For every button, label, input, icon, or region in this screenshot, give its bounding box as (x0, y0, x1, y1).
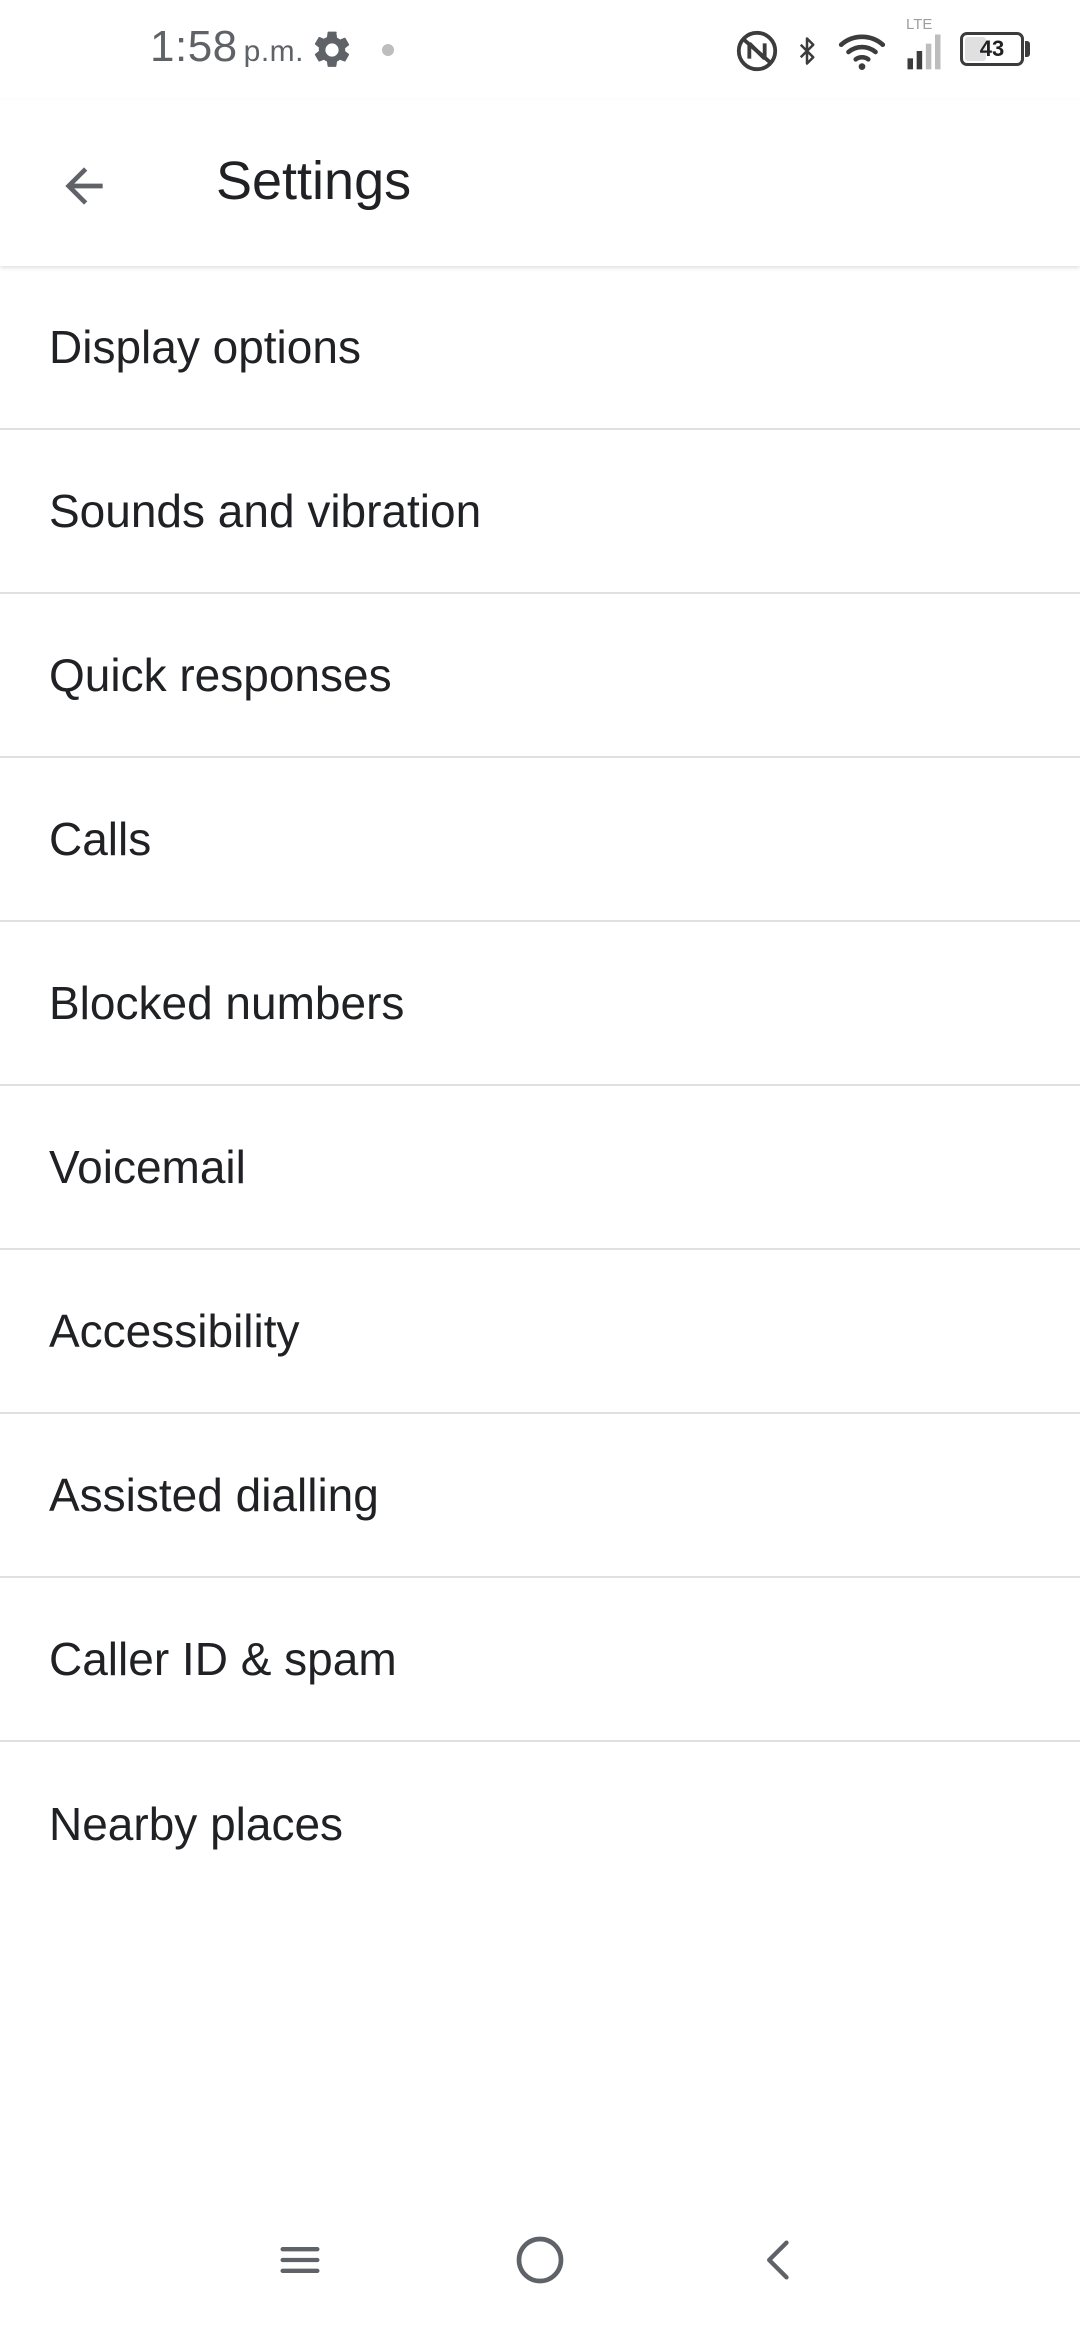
status-time-ampm: p.m. (243, 35, 304, 68)
status-time-value: 1:58 (150, 22, 238, 71)
gear-icon (314, 31, 350, 67)
settings-item-assisted-dialling[interactable]: Assisted dialling (0, 1414, 1080, 1578)
settings-item-blocked-numbers[interactable]: Blocked numbers (0, 922, 1080, 1086)
battery-level: 43 (979, 36, 1005, 61)
wifi-icon (838, 34, 886, 70)
settings-item-label: Display options (49, 321, 361, 373)
status-time: 1:58 p.m. (150, 22, 304, 72)
arrow-back-icon (65, 167, 103, 205)
page-title: Settings (216, 151, 412, 211)
settings-item-label: Blocked numbers (49, 977, 405, 1029)
settings-item-sounds-and-vibration[interactable]: Sounds and vibration (0, 430, 1080, 594)
settings-item-label: Accessibility (49, 1305, 300, 1357)
battery-icon: 43 (960, 32, 1024, 66)
home-button[interactable] (500, 2220, 580, 2300)
settings-item-label: Calls (49, 813, 152, 865)
system-nav-bar (0, 2180, 1080, 2340)
settings-item-label: Caller ID & spam (49, 1633, 397, 1685)
settings-item-voicemail[interactable]: Voicemail (0, 1086, 1080, 1250)
bluetooth-icon (799, 37, 815, 65)
settings-item-display-options[interactable]: Display options (0, 266, 1080, 430)
app-bar: Settings (0, 100, 1080, 266)
settings-item-nearby-places[interactable]: Nearby places (0, 1742, 1080, 1906)
cell-signal-icon (907, 34, 941, 70)
circle-home-icon (516, 2236, 564, 2284)
settings-list: Display options Sounds and vibration Qui… (0, 266, 1080, 1906)
settings-item-label: Nearby places (49, 1798, 344, 1850)
settings-item-label: Assisted dialling (49, 1469, 379, 1521)
menu-lines-icon (280, 2247, 320, 2273)
notification-dot-icon (382, 44, 394, 56)
nfc-icon (736, 30, 778, 72)
system-back-button[interactable] (740, 2220, 820, 2300)
recents-button[interactable] (260, 2220, 340, 2300)
battery-cap (1025, 41, 1030, 57)
settings-item-accessibility[interactable]: Accessibility (0, 1250, 1080, 1414)
settings-item-label: Sounds and vibration (49, 485, 482, 537)
settings-item-label: Quick responses (49, 649, 392, 701)
status-bar: 1:58 p.m. LTE 43 (0, 0, 1080, 100)
settings-item-caller-id-spam[interactable]: Caller ID & spam (0, 1578, 1080, 1742)
settings-item-calls[interactable]: Calls (0, 758, 1080, 922)
settings-item-label: Voicemail (49, 1141, 246, 1193)
chevron-left-icon (767, 2240, 789, 2280)
settings-item-quick-responses[interactable]: Quick responses (0, 594, 1080, 758)
back-button[interactable] (40, 142, 128, 230)
